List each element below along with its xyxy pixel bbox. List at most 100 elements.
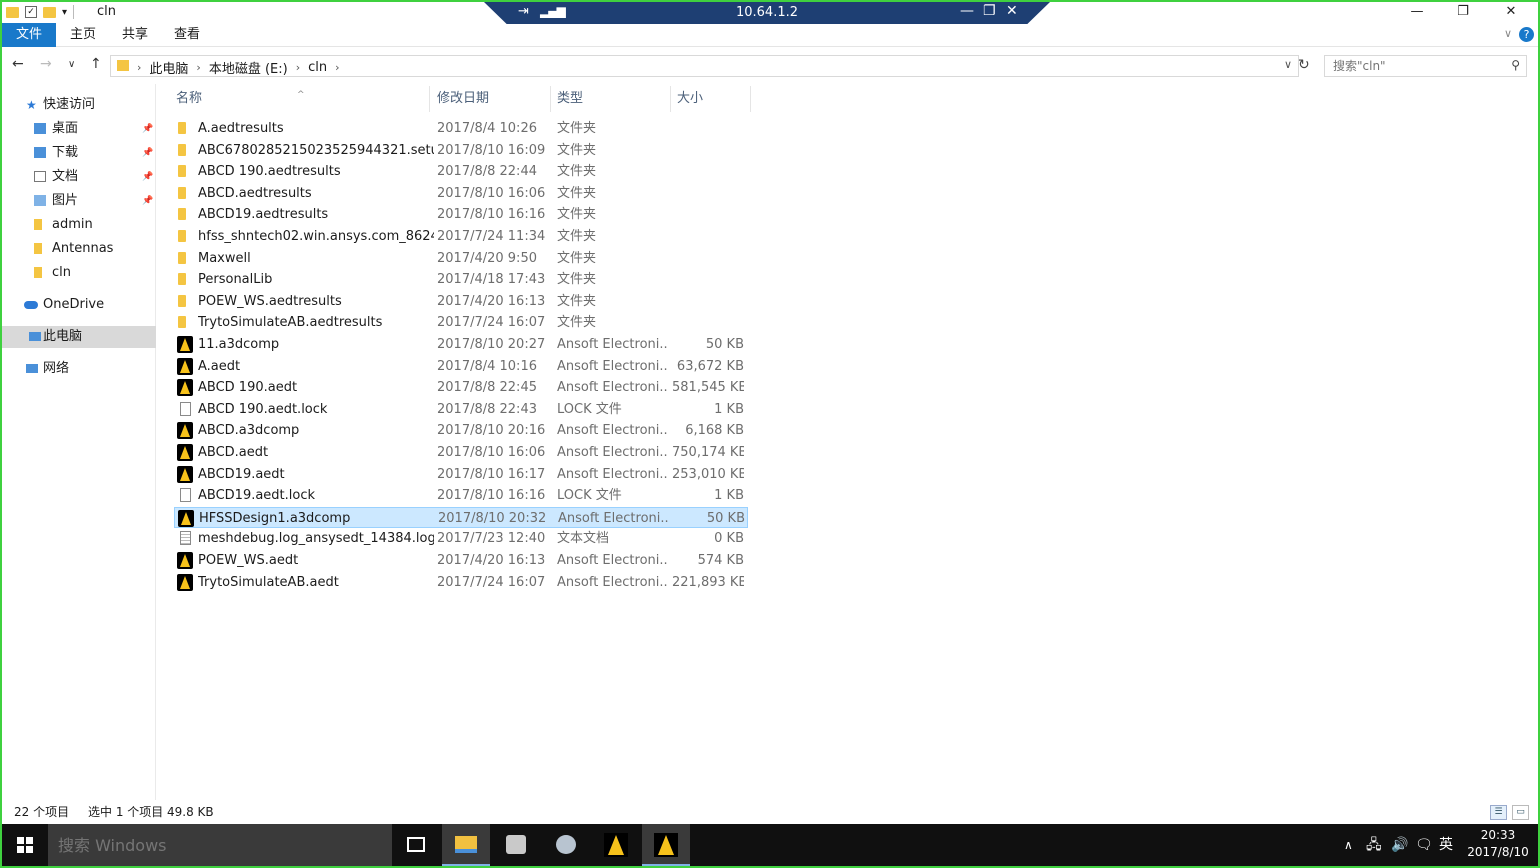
breadcrumb-chevron-icon[interactable]: › — [196, 61, 200, 74]
pin-icon[interactable]: 📌 — [142, 190, 153, 212]
pin-icon[interactable]: 📌 — [142, 142, 153, 164]
search-input[interactable] — [1333, 58, 1503, 74]
minimize-button[interactable]: — — [1394, 2, 1440, 23]
pin-icon[interactable]: 📌 — [142, 166, 153, 188]
refresh-button[interactable]: ↻ — [1298, 57, 1310, 73]
breadcrumb-cln[interactable]: cln — [308, 60, 327, 75]
file-row[interactable]: ABCD19.aedtresults 2017/8/10 16:16 文件夹 — [174, 204, 748, 225]
nav-network[interactable]: 网络 — [2, 358, 156, 380]
file-row[interactable]: ABCD19.aedt.lock 2017/8/10 16:16 LOCK 文件 1 … — [174, 485, 748, 506]
file-row[interactable]: ABCD 190.aedt 2017/8/8 22:45 Ansoft Electr… — [174, 377, 748, 398]
up-button[interactable]: ↑ — [90, 56, 102, 72]
file-row[interactable]: A.aedtresults 2017/8/4 10:26 文件夹 — [174, 118, 748, 139]
task-view-button[interactable] — [392, 824, 440, 866]
windows-logo-icon — [17, 837, 33, 853]
column-header-type[interactable]: 类型 — [551, 86, 671, 112]
remote-minimize-button[interactable]: — — [960, 3, 974, 19]
file-row[interactable]: ABCD.aedt 2017/8/10 16:06 Ansoft Electroni… — [174, 442, 748, 463]
folder-icon — [6, 6, 19, 18]
nav-downloads[interactable]: 下载 📌 — [2, 142, 156, 164]
file-row[interactable]: ABCD19.aedt 2017/8/10 16:17 Ansoft Electro… — [174, 464, 748, 485]
taskbar-app-1[interactable] — [492, 824, 540, 866]
tray-overflow-icon[interactable]: ∧ — [1344, 824, 1353, 866]
notification-icon[interactable]: 🗨 — [1415, 824, 1433, 866]
file-row[interactable]: PersonalLib 2017/4/18 17:43 文件夹 — [174, 269, 748, 290]
qat-dropdown-icon[interactable]: ▾ — [62, 7, 67, 18]
breadcrumb-chevron-icon[interactable]: › — [335, 61, 339, 74]
address-dropdown-icon[interactable]: ∨ — [1284, 58, 1292, 71]
file-size: 50 KB — [706, 510, 745, 526]
breadcrumb-drive-e[interactable]: 本地磁盘 (E:) — [209, 58, 288, 77]
file-row[interactable]: ABC6780285215023525944321.setup 2017/8/10… — [174, 140, 748, 161]
ribbon-expand-icon[interactable]: ∨ — [1504, 27, 1512, 40]
file-row[interactable]: ABCD 190.aedtresults 2017/8/8 22:44 文件夹 — [174, 161, 748, 182]
details-view-button[interactable]: ☰ — [1490, 805, 1507, 820]
taskbar-ansys-1[interactable] — [592, 824, 640, 866]
breadcrumb-chevron-icon[interactable]: › — [137, 61, 141, 74]
file-row[interactable]: POEW_WS.aedtresults 2017/4/20 16:13 文件夹 — [174, 291, 748, 312]
nav-this-pc[interactable]: 此电脑 — [2, 326, 156, 348]
file-row[interactable]: TrytoSimulateAB.aedtresults 2017/7/24 16:… — [174, 312, 748, 333]
nav-folder-antennas[interactable]: Antennas — [2, 238, 156, 260]
volume-icon[interactable]: 🔊 — [1391, 824, 1408, 866]
nav-folder-cln[interactable]: cln — [2, 262, 156, 284]
pin-icon[interactable]: 📌 — [142, 118, 153, 140]
large-icons-view-button[interactable]: ▭ — [1512, 805, 1529, 820]
tab-share[interactable]: 共享 — [114, 23, 156, 47]
column-header-size[interactable]: 大小 — [671, 86, 751, 112]
clock[interactable]: 20:33 2017/8/10 — [1458, 827, 1538, 861]
start-button[interactable] — [2, 824, 48, 866]
file-row[interactable]: ABCD 190.aedt.lock 2017/8/8 22:43 LOCK 文件 1… — [174, 399, 748, 420]
help-icon[interactable]: ? — [1519, 27, 1534, 42]
input-method-indicator[interactable]: 英 — [1439, 824, 1453, 866]
nav-quick-access[interactable]: ★ 快速访问 — [2, 94, 156, 116]
file-row[interactable]: HFSSDesign1.a3dcomp 2017/8/10 20:32 Ansoft… — [174, 506, 748, 528]
back-button[interactable]: ← — [12, 56, 24, 72]
remote-close-button[interactable]: ✕ — [1006, 3, 1018, 19]
nav-folder-label: admin — [52, 217, 93, 232]
file-type: Ansoft Electroni... — [557, 574, 669, 590]
breadcrumb-chevron-icon[interactable]: › — [296, 61, 300, 74]
taskbar-file-explorer[interactable] — [442, 824, 490, 866]
properties-icon[interactable]: ✓ — [25, 6, 37, 18]
taskbar-ansys-2[interactable] — [642, 824, 690, 866]
file-type: 文本文档 — [557, 531, 610, 547]
taskbar: ∧ 🖧 🔊 🗨 英 20:33 2017/8/10 — [2, 824, 1538, 866]
search-icon[interactable]: ⚲ — [1511, 58, 1520, 72]
taskbar-search-input[interactable] — [58, 834, 378, 856]
file-row[interactable]: ABCD.a3dcomp 2017/8/10 20:16 Ansoft Electr… — [174, 420, 748, 441]
address-bar[interactable]: › 此电脑 › 本地磁盘 (E:) › cln › ∨ — [110, 55, 1299, 77]
maximize-button[interactable]: ❐ — [1440, 2, 1486, 23]
file-row[interactable]: hfss_shntech02.win.ansys.com_8624.... 201… — [174, 226, 748, 247]
file-type: 文件夹 — [557, 315, 597, 331]
file-row[interactable]: TrytoSimulateAB.aedt 2017/7/24 16:07 Ansof… — [174, 572, 748, 593]
nav-onedrive[interactable]: OneDrive — [2, 294, 156, 316]
file-name: TrytoSimulateAB.aedtresults — [198, 315, 383, 331]
network-icon[interactable]: 🖧 — [1366, 824, 1382, 866]
tab-file[interactable]: 文件 — [2, 23, 56, 47]
file-row[interactable]: meshdebug.log_ansysedt_14384.log 2017/7/2… — [174, 528, 748, 549]
close-button[interactable]: ✕ — [1488, 2, 1534, 23]
remote-restore-button[interactable]: ❐ — [983, 3, 996, 19]
nav-documents[interactable]: 文档 📌 — [2, 166, 156, 188]
nav-documents-label: 文档 — [52, 169, 79, 184]
forward-button[interactable]: → — [40, 56, 52, 72]
taskbar-app-2[interactable] — [542, 824, 590, 866]
taskbar-search — [48, 824, 392, 866]
column-header-name[interactable]: 名称 ^ — [170, 86, 430, 112]
nav-pictures[interactable]: 图片 📌 — [2, 190, 156, 212]
column-header-date[interactable]: 修改日期 — [431, 86, 551, 112]
new-folder-icon[interactable] — [43, 6, 56, 18]
file-row[interactable]: 11.a3dcomp 2017/8/10 20:27 Ansoft Electron… — [174, 334, 748, 355]
tab-view[interactable]: 查看 — [166, 23, 208, 47]
file-row[interactable]: A.aedt 2017/8/4 10:16 Ansoft Electroni... 6… — [174, 356, 748, 377]
file-row[interactable]: Maxwell 2017/4/20 9:50 文件夹 — [174, 248, 748, 269]
nav-desktop[interactable]: 桌面 📌 — [2, 118, 156, 140]
file-type: Ansoft Electroni... — [557, 337, 669, 352]
breadcrumb-this-pc[interactable]: 此电脑 — [149, 58, 188, 77]
nav-folder-admin[interactable]: admin — [2, 214, 156, 236]
recent-locations-button[interactable]: ∨ — [68, 59, 75, 70]
file-row[interactable]: ABCD.aedtresults 2017/8/10 16:06 文件夹 — [174, 183, 748, 204]
tab-home[interactable]: 主页 — [62, 23, 104, 47]
file-row[interactable]: POEW_WS.aedt 2017/4/20 16:13 Ansoft Electr… — [174, 550, 748, 571]
